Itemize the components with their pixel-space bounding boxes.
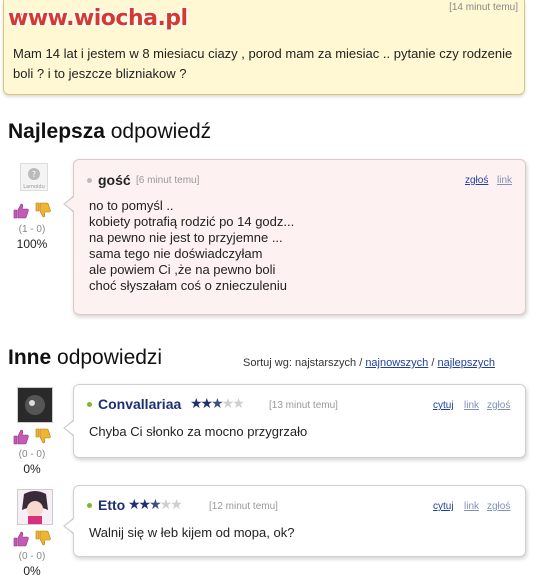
- answer-line: choć słyszałam coś o znieczuleniu: [89, 278, 287, 293]
- vote-counts: (0 - 0): [18, 551, 46, 562]
- best-answer-heading: Najlepsza odpowiedź: [8, 120, 211, 144]
- answer-line: no to pomyśl ..: [89, 198, 174, 213]
- answer-text: Walnij się w łeb kijem od mopa, ok?: [89, 525, 295, 540]
- bubble-pointer-inner: [65, 421, 74, 435]
- question-text: Mam 14 lat i jestem w 8 miesiacu ciazy ,…: [13, 46, 513, 81]
- online-dot: [87, 503, 92, 508]
- thumbs-up-icon[interactable]: [12, 428, 29, 450]
- answer-line: na pewno nie jest to przyjemne ...: [89, 230, 283, 245]
- permalink-link[interactable]: link: [464, 501, 479, 512]
- vote-counts: (1 - 0): [18, 224, 46, 235]
- thumbs-up-icon[interactable]: [12, 530, 29, 552]
- watermark-logo: www.wiocha.pl: [8, 6, 188, 31]
- sort-label: Sortuj wg:: [243, 357, 292, 369]
- thumbs-down-icon[interactable]: [34, 530, 51, 552]
- sort-best-link[interactable]: najlepszych: [437, 357, 494, 369]
- answer-username[interactable]: Convallariaa: [98, 396, 181, 412]
- bubble-pointer-inner: [65, 519, 74, 533]
- best-heading-bold: Najlepsza: [8, 120, 105, 143]
- answer-bubble: Convallariaa ★★★★★ [13 minut temu] cytuj…: [73, 384, 526, 458]
- answer-username[interactable]: gość: [98, 172, 131, 188]
- best-heading-rest: odpowiedź: [110, 120, 212, 143]
- svg-text:?: ?: [32, 170, 36, 179]
- sort-newest-link[interactable]: najnowszych: [365, 357, 428, 369]
- report-link[interactable]: zgłoś: [487, 400, 510, 411]
- user-avatar-image: [18, 490, 52, 524]
- best-answer-text: no to pomyśl .. kobiety potrafią rodzić …: [89, 198, 294, 294]
- avatar[interactable]: [17, 489, 53, 525]
- permalink-link[interactable]: link: [464, 400, 479, 411]
- answer-line: ale powiem Ci ,że na pewno boli: [89, 262, 276, 277]
- thumbs-down-icon[interactable]: [34, 202, 51, 223]
- report-link[interactable]: zgłoś: [465, 175, 488, 186]
- other-heading-bold: Inne: [8, 346, 52, 369]
- vote-percent: 100%: [16, 237, 48, 251]
- answer-username[interactable]: Etto: [98, 497, 125, 513]
- user-rating-stars: ★★★★★: [128, 496, 183, 512]
- best-answer-bubble: gość [6 minut temu] zgłoś link no to pom…: [73, 159, 526, 315]
- thumbs-down-icon[interactable]: [34, 428, 51, 450]
- answer-time: [6 minut temu]: [136, 175, 200, 186]
- question-time: [14 minut temu]: [449, 2, 518, 13]
- answer-bubble: Etto ★★★★★ [12 minut temu] cytuj link zg…: [73, 485, 526, 557]
- sort-separator: /: [431, 357, 435, 369]
- online-dot: [87, 402, 92, 407]
- status-dot: [87, 178, 92, 183]
- user-avatar-image: [18, 388, 52, 422]
- sort-current: najstarszych: [294, 357, 357, 369]
- other-heading-rest: odpowiedzi: [57, 346, 163, 369]
- user-rating-stars: ★★★★★: [190, 395, 245, 411]
- vote-counts: (0 - 0): [18, 449, 46, 460]
- sort-separator: /: [359, 357, 363, 369]
- avatar[interactable]: [17, 387, 53, 423]
- answer-line: kobiety potrafią rodzić po 14 godz...: [89, 214, 295, 229]
- answer-text: Chyba Ci słonko za mocno przygrzało: [89, 424, 308, 439]
- sort-bar: Sortuj wg: najstarszych / najnowszych / …: [243, 357, 495, 369]
- answer-time: [13 minut temu]: [269, 400, 338, 411]
- permalink-link[interactable]: link: [497, 175, 512, 186]
- avatar-label: Lamoidu: [23, 184, 45, 190]
- report-link[interactable]: zgłoś: [487, 501, 510, 512]
- answer-time: [12 minut temu]: [209, 501, 278, 512]
- thumbs-up-icon[interactable]: [12, 202, 29, 223]
- quote-link[interactable]: cytuj: [433, 501, 454, 512]
- vote-percent: 0%: [23, 462, 41, 476]
- avatar[interactable]: ? Lamoidu: [20, 163, 48, 191]
- quote-link[interactable]: cytuj: [433, 400, 454, 411]
- other-answers-heading: Inne odpowiedzi: [8, 346, 162, 370]
- bubble-pointer-inner: [65, 197, 74, 211]
- vote-percent: 0%: [23, 564, 41, 578]
- default-avatar-icon: ? Lamoidu: [23, 168, 45, 190]
- answer-line: sama tego nie doświadczyłam: [89, 246, 263, 261]
